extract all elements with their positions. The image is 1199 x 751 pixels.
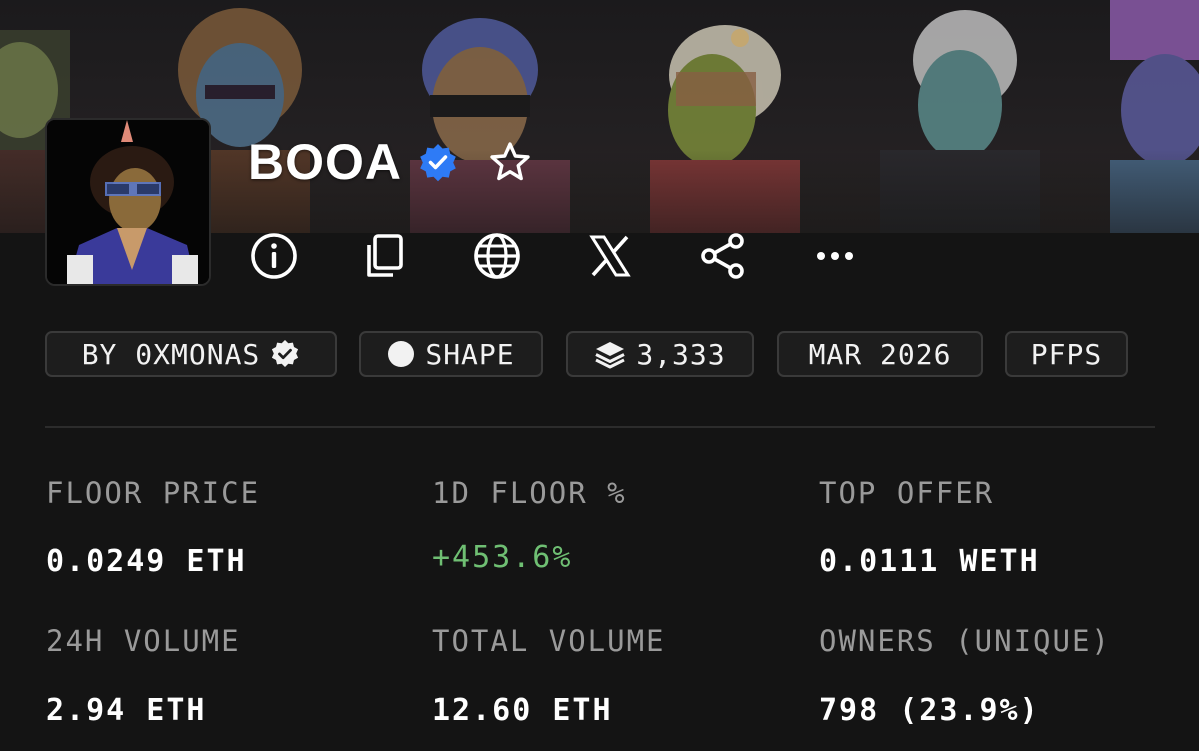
top-offer-label: TOP OFFER bbox=[819, 476, 995, 510]
floor-change-value: +453.6% bbox=[432, 540, 573, 575]
more-button[interactable] bbox=[809, 230, 861, 282]
creator-label: BY 0XMONAS bbox=[81, 337, 261, 371]
info-icon bbox=[251, 233, 297, 279]
date-label: MAR 2026 bbox=[808, 337, 952, 371]
floor-price-value: 0.0249 ETH bbox=[46, 544, 247, 579]
website-button[interactable] bbox=[471, 230, 523, 282]
collection-title: BOOA bbox=[248, 134, 402, 190]
chain-label: SHAPE bbox=[425, 337, 515, 371]
info-button[interactable] bbox=[248, 230, 300, 282]
top-offer-value: 0.0111 WETH bbox=[819, 544, 1040, 579]
collection-avatar bbox=[45, 118, 211, 286]
date-tag: MAR 2026 bbox=[777, 331, 983, 377]
shape-chain-icon bbox=[388, 341, 415, 367]
copy-icon bbox=[367, 234, 403, 277]
copy-button[interactable] bbox=[359, 230, 411, 282]
floor-price-label: FLOOR PRICE bbox=[46, 476, 261, 510]
share-button[interactable] bbox=[697, 230, 749, 282]
volume-24h-value: 2.94 ETH bbox=[46, 693, 207, 728]
chain-tag[interactable]: SHAPE bbox=[359, 331, 543, 377]
category-label: PFPS bbox=[1030, 337, 1103, 371]
supply-tag: 3,333 bbox=[566, 331, 754, 377]
x-icon bbox=[589, 235, 631, 277]
verified-badge-icon bbox=[420, 144, 456, 182]
more-icon bbox=[817, 252, 853, 260]
share-icon bbox=[701, 233, 744, 279]
owners-label: OWNERS (UNIQUE) bbox=[819, 624, 1111, 658]
title-row: BOOA bbox=[248, 132, 532, 192]
supply-count: 3,333 bbox=[636, 337, 726, 371]
owners-value: 798 (23.9%) bbox=[819, 693, 1040, 728]
x-twitter-button[interactable] bbox=[584, 230, 636, 282]
total-volume-label: TOTAL VOLUME bbox=[432, 624, 666, 658]
favorite-star-icon[interactable] bbox=[488, 140, 532, 184]
section-divider bbox=[45, 426, 1155, 428]
floor-change-label: 1D FLOOR % bbox=[432, 476, 627, 510]
globe-icon bbox=[474, 233, 520, 279]
creator-tag[interactable]: BY 0XMONAS bbox=[45, 331, 337, 377]
layers-icon bbox=[595, 342, 626, 369]
total-volume-value: 12.60 ETH bbox=[432, 693, 613, 728]
creator-verified-icon bbox=[272, 340, 299, 367]
volume-24h-label: 24H VOLUME bbox=[46, 624, 241, 658]
avatar-art bbox=[47, 120, 209, 284]
category-tag[interactable]: PFPS bbox=[1005, 331, 1128, 377]
